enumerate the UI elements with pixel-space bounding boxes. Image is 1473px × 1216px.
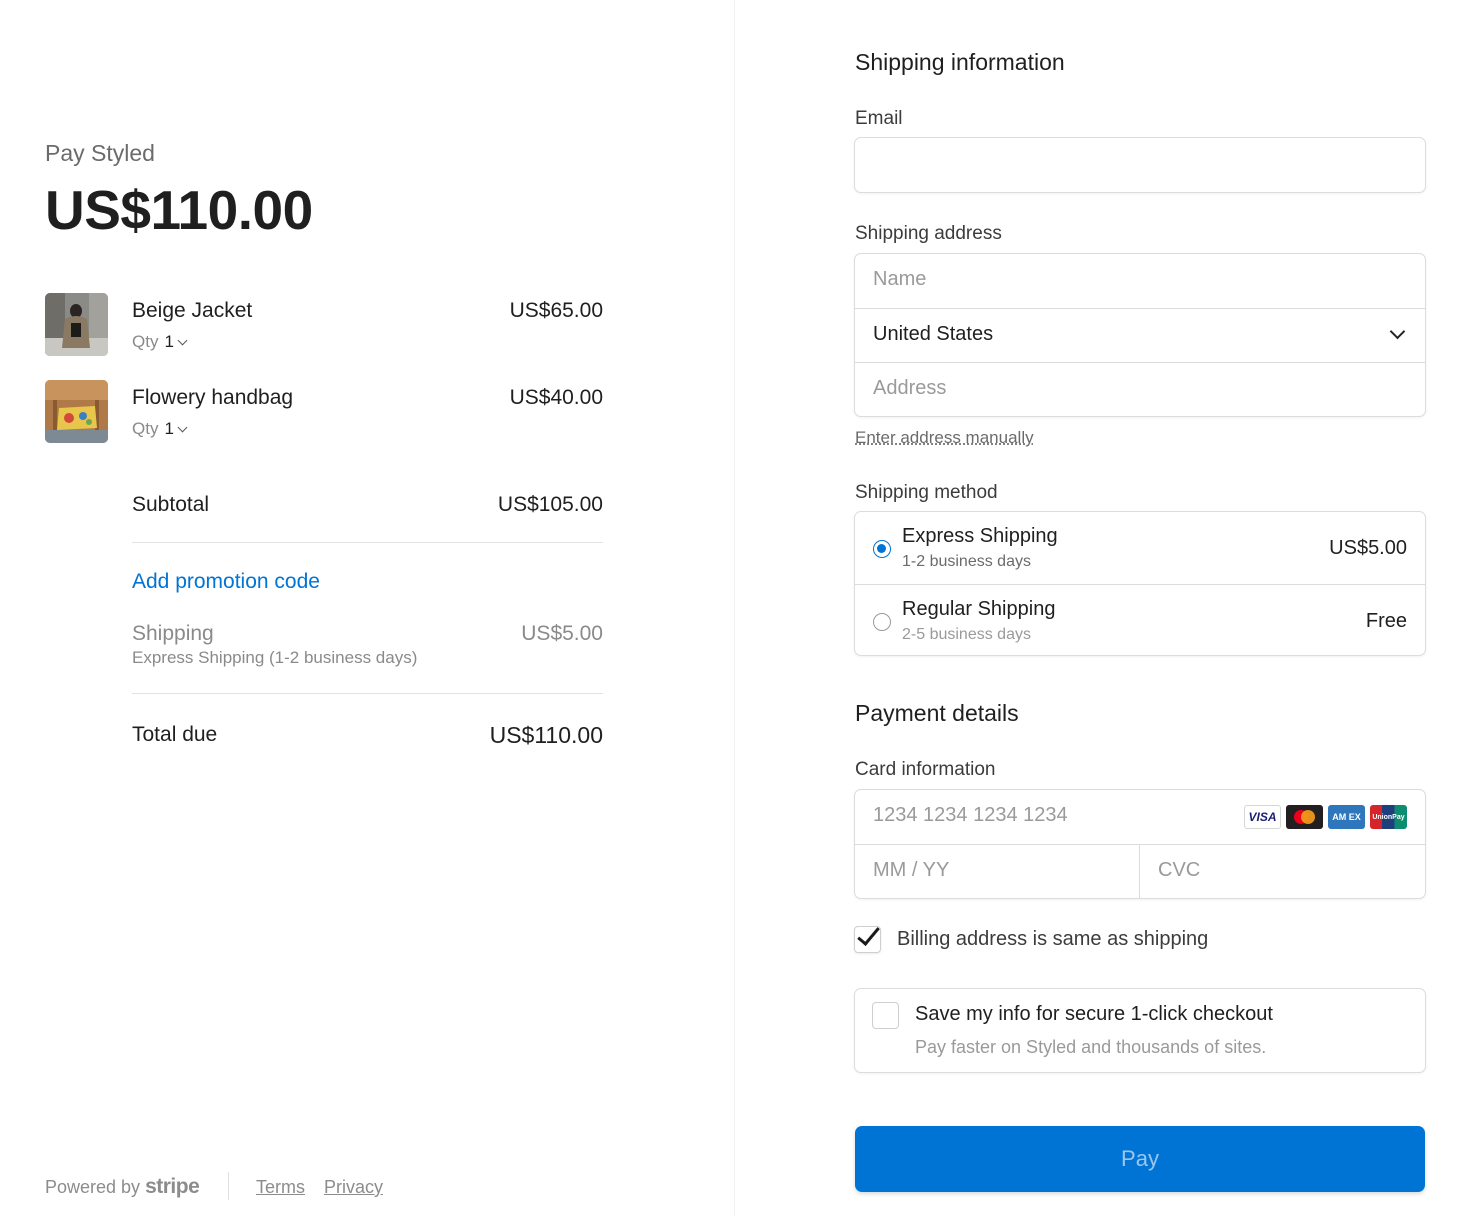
radio-selected-icon[interactable] <box>873 540 891 558</box>
option-subtitle: 1-2 business days <box>902 553 1031 570</box>
mastercard-icon <box>1286 805 1323 829</box>
order-total: US$110.00 <box>45 179 313 241</box>
shipping-address-group: Name United States Address <box>854 253 1426 417</box>
address-placeholder: Address <box>873 377 947 399</box>
shipping-method-group: Express Shipping 1-2 business days US$5.… <box>854 511 1426 656</box>
order-summary-panel: Pay Styled US$110.00 Beige Jacket Qty 1 U… <box>0 0 734 1216</box>
name-placeholder: Name <box>873 268 927 290</box>
card-brand-icons: VISA AM EX UnionPay <box>1244 805 1407 829</box>
merchant-name: Pay Styled <box>45 140 155 166</box>
card-number-placeholder: 1234 1234 1234 1234 <box>873 804 1068 826</box>
item-price: US$65.00 <box>509 299 603 322</box>
amex-icon: AM EX <box>1328 805 1365 829</box>
item-name: Beige Jacket <box>132 299 253 322</box>
billing-same-label: Billing address is same as shipping <box>897 928 1209 950</box>
qty-value: 1 <box>164 419 174 438</box>
product-image-handbag <box>45 380 108 443</box>
qty-selector[interactable]: Qty 1 <box>132 419 188 439</box>
shipping-info-heading: Shipping information <box>855 49 1065 75</box>
address-field[interactable]: Address <box>855 362 1425 416</box>
pay-button[interactable]: Pay <box>855 1126 1425 1192</box>
shipping-address-label: Shipping address <box>855 223 1002 244</box>
option-price: US$5.00 <box>1329 537 1407 559</box>
total-due-value: US$110.00 <box>489 722 603 748</box>
subtotal-label: Subtotal <box>132 493 210 516</box>
checkout-form-panel: Shipping information Email Shipping addr… <box>735 0 1473 1216</box>
product-image-jacket <box>45 293 108 356</box>
qty-label: Qty <box>132 332 159 351</box>
save-info-title: Save my info for secure 1-click checkout <box>915 1003 1273 1025</box>
payment-details-heading: Payment details <box>855 700 1019 726</box>
terms-link[interactable]: Terms <box>256 1177 305 1197</box>
country-value: United States <box>873 323 994 345</box>
shipping-label: Shipping <box>132 622 214 645</box>
country-select[interactable]: United States <box>855 308 1425 362</box>
footer: Powered by stripe Terms Privacy <box>45 1172 397 1202</box>
qty-label: Qty <box>132 419 159 438</box>
billing-same-checkbox[interactable] <box>854 922 881 953</box>
cvc-field[interactable]: CVC <box>1140 845 1425 898</box>
divider <box>132 693 603 694</box>
item-name: Flowery handbag <box>132 386 294 409</box>
checkmark-icon <box>857 922 880 946</box>
option-title: Regular Shipping <box>902 598 1056 620</box>
add-promotion-code-link[interactable]: Add promotion code <box>132 570 320 594</box>
line-item: Flowery handbag Qty 1 US$40.00 <box>45 380 603 444</box>
save-info-checkbox[interactable] <box>872 1002 899 1029</box>
cvc-placeholder: CVC <box>1158 859 1201 881</box>
option-price: Free <box>1365 610 1407 632</box>
qty-selector[interactable]: Qty 1 <box>132 332 188 352</box>
card-info-group: 1234 1234 1234 1234 VISA AM EX UnionPay … <box>854 789 1426 899</box>
stripe-logo[interactable]: stripe <box>145 1175 200 1198</box>
shipping-method-label: Shipping method <box>855 482 998 503</box>
card-number-field[interactable]: 1234 1234 1234 1234 VISA AM EX UnionPay <box>855 790 1425 844</box>
qty-value: 1 <box>164 332 174 351</box>
shipping-option-express[interactable]: Express Shipping 1-2 business days US$5.… <box>855 512 1425 584</box>
shipping-value: US$5.00 <box>521 622 603 645</box>
footer-separator <box>228 1172 230 1200</box>
save-info-subtitle: Pay faster on Styled and thousands of si… <box>915 1037 1267 1057</box>
unionpay-icon: UnionPay <box>1370 805 1407 829</box>
chevron-down-icon <box>177 422 188 433</box>
card-info-label: Card information <box>855 759 996 780</box>
option-title: Express Shipping <box>902 525 1058 547</box>
expiry-placeholder: MM / YY <box>873 859 950 881</box>
divider <box>132 542 603 543</box>
save-info-box[interactable]: Save my info for secure 1-click checkout… <box>854 988 1426 1073</box>
option-subtitle: 2-5 business days <box>902 626 1031 643</box>
shipping-detail: Express Shipping (1-2 business days) <box>132 648 418 667</box>
visa-icon: VISA <box>1244 805 1281 829</box>
privacy-link[interactable]: Privacy <box>324 1177 383 1197</box>
shipping-option-regular[interactable]: Regular Shipping 2-5 business days Free <box>855 584 1425 655</box>
enter-address-manually-link[interactable]: Enter address manually <box>855 428 1034 448</box>
card-expiry-cvc-row: MM / YY CVC <box>855 844 1425 898</box>
name-field[interactable]: Name <box>855 254 1425 308</box>
email-field[interactable] <box>854 137 1426 193</box>
email-label: Email <box>855 108 903 129</box>
chevron-down-icon <box>177 335 188 346</box>
line-item: Beige Jacket Qty 1 US$65.00 <box>45 293 603 357</box>
expiry-field[interactable]: MM / YY <box>855 845 1139 898</box>
subtotal-value: US$105.00 <box>497 493 603 516</box>
total-due-label: Total due <box>132 723 218 746</box>
radio-unselected-icon[interactable] <box>873 613 891 631</box>
powered-by-text: Powered by <box>45 1176 141 1197</box>
chevron-down-icon <box>1389 323 1406 340</box>
item-price: US$40.00 <box>509 386 603 409</box>
